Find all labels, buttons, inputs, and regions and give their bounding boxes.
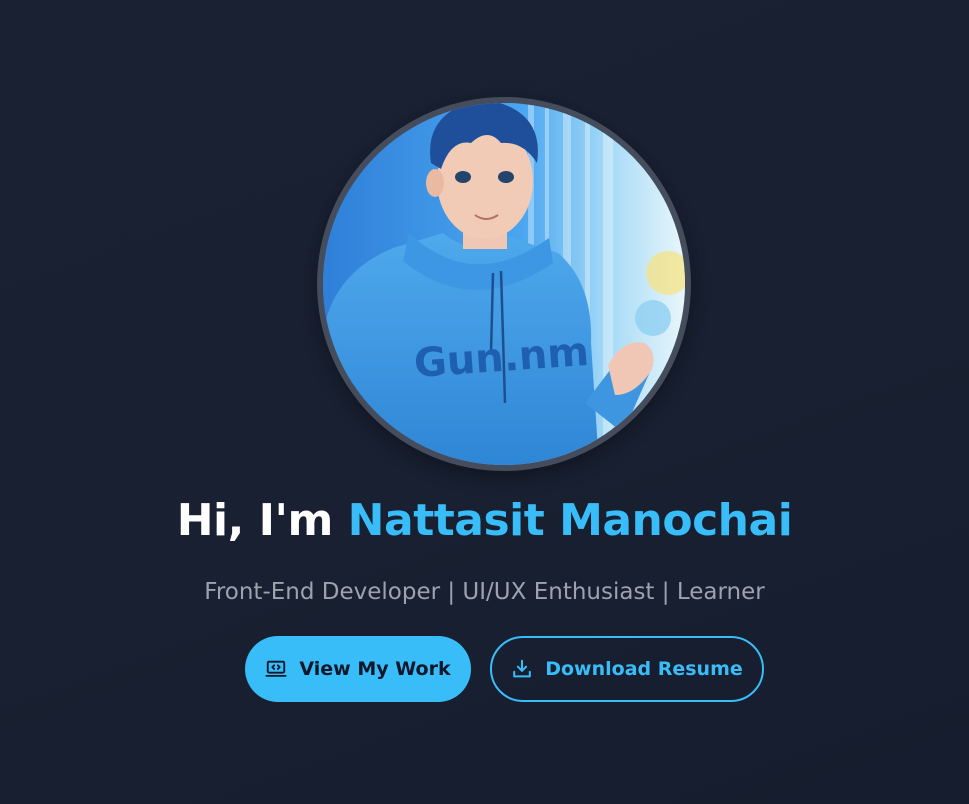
hero-subtitle: Front-End Developer | UI/UX Enthusiast |… [204, 579, 765, 605]
download-resume-button[interactable]: Download Resume [490, 636, 764, 702]
hero-section: Gun.nm Hi, I'm Nattasit Manochai Front-E… [0, 0, 969, 804]
laptop-code-icon [265, 658, 287, 680]
hero-heading: Hi, I'm Nattasit Manochai [0, 490, 969, 552]
download-resume-label: Download Resume [545, 658, 743, 680]
view-my-work-label: View My Work [299, 658, 451, 680]
view-my-work-button[interactable]: View My Work [245, 636, 471, 702]
name-text: Nattasit Manochai [347, 495, 793, 546]
download-icon [511, 658, 533, 680]
avatar-ring: Gun.nm [317, 97, 691, 471]
greeting-text: Hi, I'm [176, 495, 334, 546]
avatar-illustration: Gun.nm [323, 103, 685, 465]
avatar: Gun.nm [323, 103, 685, 465]
